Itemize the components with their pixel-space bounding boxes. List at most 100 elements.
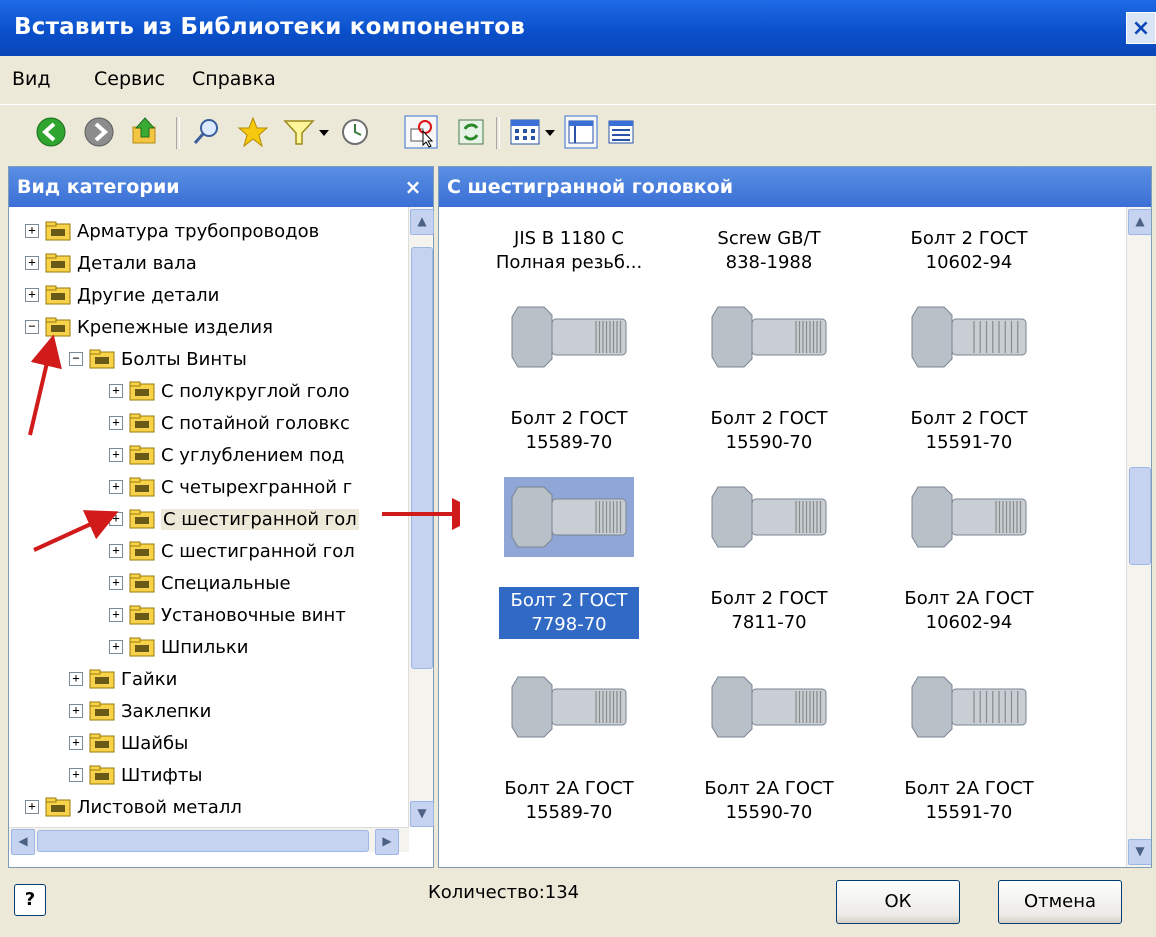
filter-icon[interactable]	[282, 115, 316, 149]
refresh-clock-icon[interactable]	[338, 115, 372, 149]
category-panel-header: Вид категории ×	[9, 167, 433, 207]
tree-item-label: Установочные винт	[161, 604, 346, 626]
scroll-left-button[interactable]: ◀	[11, 829, 35, 855]
component-item[interactable]: Болт 2 ГОСТ 7811-70	[669, 587, 869, 635]
component-name: JIS B 1180 C	[514, 228, 624, 249]
tree-item[interactable]: + Специальные	[109, 567, 291, 599]
menu-view[interactable]: Вид	[12, 68, 51, 90]
expand-icon[interactable]: +	[25, 224, 39, 238]
tree-item[interactable]: + Шпильки	[109, 631, 248, 663]
bolt-thumbnail-image[interactable]	[704, 297, 834, 377]
ok-button[interactable]: ОК	[836, 880, 960, 924]
tree-item[interactable]: + Гайки	[69, 663, 177, 695]
scroll-up-button[interactable]: ▲	[1128, 209, 1151, 235]
expand-icon[interactable]: +	[25, 256, 39, 270]
tree-item-label: Специальные	[161, 572, 291, 594]
tree-item[interactable]: + Заклепки	[69, 695, 211, 727]
component-item[interactable]: Болт 2 ГОСТ 15590-70	[669, 407, 869, 455]
component-item[interactable]: Болт 2 ГОСТ 15589-70	[469, 407, 669, 455]
drag-drop-toggle-icon[interactable]	[404, 115, 438, 149]
tree-item-label: Штифты	[121, 764, 203, 786]
help-button[interactable]: ?	[14, 884, 46, 916]
filter-dropdown-icon[interactable]	[316, 115, 332, 149]
scroll-right-button[interactable]: ▶	[375, 829, 399, 855]
component-standard: 7811-70	[731, 612, 807, 633]
expand-icon[interactable]: +	[25, 800, 39, 814]
scroll-thumb[interactable]	[37, 830, 369, 852]
category-panel-close-button[interactable]: ×	[399, 173, 427, 201]
component-item[interactable]: Болт 2 ГОСТ 15591-70	[869, 407, 1069, 455]
tree-item[interactable]: + Листовой металл	[25, 791, 242, 823]
component-name: Болт 2 ГОСТ	[710, 408, 828, 429]
tree-item[interactable]: + Штифты	[69, 759, 203, 791]
tree-item-label: Другие детали	[77, 284, 220, 306]
component-name: Болт 2А ГОСТ	[904, 588, 1034, 609]
expand-icon[interactable]: +	[109, 608, 123, 622]
tree-item[interactable]: + Детали вала	[25, 247, 197, 279]
cancel-button[interactable]: Отмена	[998, 880, 1122, 924]
expand-icon[interactable]: +	[25, 288, 39, 302]
component-item[interactable]: Болт 2А ГОСТ 15590-70	[669, 777, 869, 825]
tree-item-label: Гайки	[121, 668, 178, 690]
back-icon[interactable]	[34, 115, 68, 149]
components-vertical-scrollbar[interactable]: ▲ ▼	[1126, 207, 1151, 867]
bolt-thumbnail-image[interactable]	[504, 667, 634, 747]
bolt-thumbnail-image[interactable]	[904, 297, 1034, 377]
toolbar-separator	[176, 117, 180, 149]
search-icon[interactable]	[190, 115, 224, 149]
tree-item[interactable]: + Другие детали	[25, 279, 219, 311]
component-item[interactable]: Болт 2 ГОСТ 10602-94	[869, 227, 1069, 275]
folder-icon	[89, 669, 115, 689]
component-item[interactable]: Болт 2А ГОСТ 15589-70	[469, 777, 669, 825]
component-item[interactable]: Screw GB/T 838-1988	[669, 227, 869, 275]
bolt-thumbnail-image[interactable]	[904, 667, 1034, 747]
folder-icon	[45, 285, 71, 305]
component-standard: 15591-70	[925, 802, 1013, 823]
scroll-thumb[interactable]	[1129, 467, 1151, 565]
bolt-thumbnail-image[interactable]	[704, 477, 834, 557]
folder-icon	[89, 765, 115, 785]
update-icon[interactable]	[454, 115, 488, 149]
split-view-icon[interactable]	[564, 115, 598, 149]
menu-service[interactable]: Сервис	[94, 68, 165, 90]
tree-item-label: Шайбы	[121, 732, 189, 754]
toolbar	[0, 104, 1156, 161]
bolt-thumbnail-image[interactable]	[904, 477, 1034, 557]
expand-icon[interactable]: +	[69, 704, 83, 718]
component-item[interactable]: Болт 2 ГОСТ 7798-70	[499, 587, 639, 639]
title-bar: Вставить из Библиотеки компонентов ×	[0, 0, 1156, 56]
expand-icon[interactable]: +	[69, 736, 83, 750]
view-mode-dropdown-icon[interactable]	[542, 115, 558, 149]
bolt-thumbnail-image[interactable]	[504, 297, 634, 377]
tree-item[interactable]: + Шайбы	[69, 727, 188, 759]
component-name: Screw GB/T	[717, 228, 821, 249]
component-standard: 15591-70	[925, 432, 1013, 453]
forward-icon[interactable]	[82, 115, 116, 149]
component-standard: 7798-70	[531, 614, 607, 635]
menu-help[interactable]: Справка	[192, 68, 276, 90]
component-item[interactable]: Болт 2А ГОСТ 10602-94	[869, 587, 1069, 635]
annotation-arrows	[28, 334, 460, 552]
expand-icon[interactable]: +	[109, 576, 123, 590]
tree-item[interactable]: + Арматура трубопроводов	[25, 215, 319, 247]
scroll-up-button[interactable]: ▲	[410, 209, 434, 235]
folder-icon	[89, 733, 115, 753]
tree-item[interactable]: + Установочные винт	[109, 599, 346, 631]
component-item[interactable]: JIS B 1180 C Полная резьб...	[469, 227, 669, 275]
window-close-button[interactable]: ×	[1126, 12, 1156, 44]
expand-icon[interactable]: +	[69, 768, 83, 782]
scroll-down-button[interactable]: ▼	[1128, 839, 1151, 865]
component-item[interactable]: Болт 2А ГОСТ 15591-70	[869, 777, 1069, 825]
scroll-down-button[interactable]: ▼	[410, 801, 434, 827]
arrow-to-hex-category	[33, 510, 119, 552]
details-view-icon[interactable]	[604, 115, 638, 149]
expand-icon[interactable]: +	[69, 672, 83, 686]
component-standard: 10602-94	[925, 612, 1013, 633]
favorites-star-icon[interactable]	[236, 115, 270, 149]
category-horizontal-scrollbar[interactable]: ◀ ▶	[9, 827, 409, 855]
bolt-thumbnail-image[interactable]	[704, 667, 834, 747]
view-mode-icon[interactable]	[508, 115, 542, 149]
up-folder-icon[interactable]	[128, 115, 162, 149]
expand-icon[interactable]: +	[109, 640, 123, 654]
bolt-thumbnail-image[interactable]	[504, 477, 634, 557]
